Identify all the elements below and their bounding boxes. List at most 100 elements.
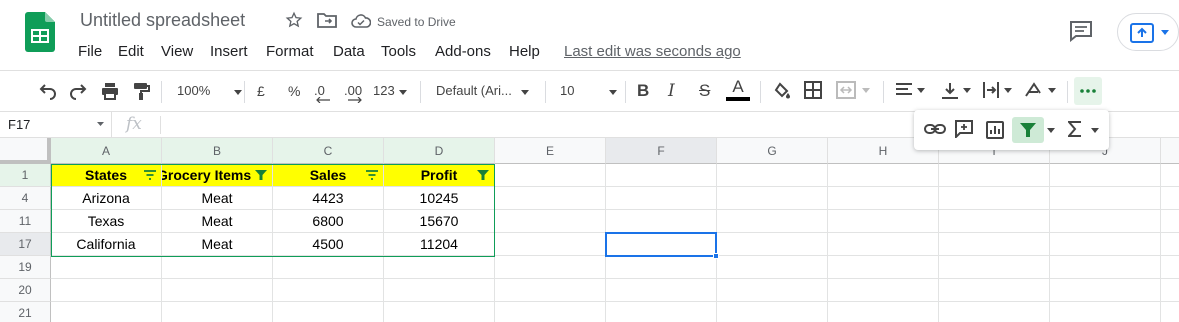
cell-b4[interactable]: Meat <box>162 187 273 210</box>
more-formats-select[interactable]: 123 <box>373 81 408 101</box>
column-header-d[interactable]: D <box>384 138 495 164</box>
row-header-21[interactable]: 21 <box>0 302 51 322</box>
saved-status: Saved to Drive <box>377 15 456 29</box>
name-box[interactable]: F17 <box>0 112 112 137</box>
star-icon[interactable] <box>285 11 303 34</box>
menu-insert[interactable]: Insert <box>210 43 248 60</box>
chevron-down-icon <box>97 122 104 126</box>
insert-chart-icon[interactable] <box>986 121 1004 144</box>
cell-a4[interactable]: Arizona <box>51 187 162 210</box>
filter-sort-icon[interactable] <box>143 169 157 181</box>
header-profit: Profit <box>420 167 458 183</box>
zoom-select[interactable]: 100% <box>177 81 242 101</box>
strikethrough-button[interactable]: S <box>699 81 710 101</box>
merge-cells-icon <box>836 81 870 101</box>
menu-edit[interactable]: Edit <box>118 43 144 60</box>
comment-history-icon[interactable] <box>1069 20 1093 43</box>
percent-format-button[interactable]: % <box>288 81 300 101</box>
menu-addons[interactable]: Add-ons <box>435 43 491 60</box>
cell-d17[interactable]: 11204 <box>384 233 495 256</box>
last-edit-link[interactable]: Last edit was seconds ago <box>564 43 741 60</box>
insert-link-icon[interactable] <box>924 122 946 141</box>
column-header-e[interactable]: E <box>495 138 606 164</box>
increase-decimal-button[interactable]: .00 <box>344 81 362 103</box>
currency-format-button[interactable]: £ <box>257 81 265 101</box>
select-all-corner[interactable] <box>0 138 51 164</box>
text-color-swatch <box>726 97 750 101</box>
fill-color-icon[interactable] <box>772 81 792 101</box>
italic-button[interactable]: I <box>668 81 675 101</box>
present-button[interactable] <box>1117 13 1179 51</box>
cell-a11[interactable]: Texas <box>51 210 162 233</box>
fx-icon: fx <box>126 114 142 134</box>
filter-icon <box>1020 123 1036 137</box>
fill-handle[interactable] <box>713 253 719 259</box>
cell-d4[interactable]: 10245 <box>384 187 495 210</box>
undo-icon[interactable] <box>38 81 58 101</box>
row-header-20[interactable]: 20 <box>0 279 51 302</box>
column-header-c[interactable]: C <box>273 138 384 164</box>
menu-view[interactable]: View <box>161 43 193 60</box>
redo-icon[interactable] <box>68 81 88 101</box>
row-header-1[interactable]: 1 <box>0 164 51 187</box>
filter-icon[interactable] <box>254 169 268 181</box>
document-title[interactable]: Untitled spreadsheet <box>80 10 245 31</box>
cell-c11[interactable]: 6800 <box>273 210 384 233</box>
column-header-k[interactable] <box>1161 138 1179 164</box>
row-header-17[interactable]: 17 <box>0 233 51 256</box>
menu-format[interactable]: Format <box>266 43 314 60</box>
vertical-align-icon[interactable] <box>941 81 973 101</box>
insert-comment-icon[interactable] <box>955 120 973 143</box>
horizontal-align-icon[interactable] <box>895 81 927 101</box>
move-folder-icon[interactable] <box>317 12 337 33</box>
cell-d1[interactable]: Profit <box>384 164 495 187</box>
header-states: States <box>84 167 128 183</box>
text-rotation-icon[interactable] <box>1024 81 1058 101</box>
column-header-b[interactable]: B <box>162 138 273 164</box>
filter-button[interactable] <box>1012 117 1044 143</box>
row-header-19[interactable]: 19 <box>0 256 51 279</box>
column-header-a[interactable]: A <box>51 138 162 164</box>
text-color-button[interactable]: A <box>726 77 750 101</box>
menu-tools[interactable]: Tools <box>381 43 416 60</box>
paint-format-icon[interactable] <box>131 81 151 101</box>
menu-data[interactable]: Data <box>333 43 365 60</box>
filter-sort-icon[interactable] <box>365 169 379 181</box>
selected-cell-f17[interactable] <box>605 232 717 257</box>
header-grocery-items: Grocery Items <box>162 167 252 183</box>
arrow-right-icon <box>348 97 362 103</box>
column-header-g[interactable]: G <box>717 138 828 164</box>
zoom-value: 100% <box>177 83 211 98</box>
chevron-down-icon[interactable] <box>1161 30 1169 35</box>
cell-b1[interactable]: Grocery Items <box>162 164 273 187</box>
sheets-logo-icon[interactable] <box>25 12 55 52</box>
row-header-4[interactable]: 4 <box>0 187 51 210</box>
bold-button[interactable]: B <box>637 81 649 101</box>
borders-icon[interactable] <box>804 81 822 101</box>
column-header-f[interactable]: F <box>606 138 717 164</box>
print-icon[interactable] <box>100 81 120 101</box>
cell-c1[interactable]: Sales <box>273 164 384 187</box>
chevron-down-icon <box>399 90 408 95</box>
chevron-down-icon <box>521 90 530 95</box>
more-options-button[interactable] <box>1074 77 1102 105</box>
formatting-toolbar: 100% £ % .0 .00 123 Default (Ari... 10 B… <box>0 70 1179 112</box>
cell-d11[interactable]: 15670 <box>384 210 495 233</box>
filter-icon[interactable] <box>476 169 490 181</box>
font-family-select[interactable]: Default (Ari... <box>436 81 530 101</box>
cell-c4[interactable]: 4423 <box>273 187 384 210</box>
chevron-down-icon[interactable] <box>1047 128 1055 133</box>
cell-a1[interactable]: States <box>51 164 162 187</box>
cell-a17[interactable]: California <box>51 233 162 256</box>
chevron-down-icon[interactable] <box>1091 128 1099 133</box>
functions-sigma-icon[interactable] <box>1066 121 1082 142</box>
cell-b11[interactable]: Meat <box>162 210 273 233</box>
text-wrapping-icon[interactable] <box>982 81 1014 101</box>
cell-c17[interactable]: 4500 <box>273 233 384 256</box>
row-header-11[interactable]: 11 <box>0 210 51 233</box>
menu-help[interactable]: Help <box>509 43 540 60</box>
font-size-select[interactable]: 10 <box>560 81 618 101</box>
cell-b17[interactable]: Meat <box>162 233 273 256</box>
menu-file[interactable]: File <box>78 43 102 60</box>
decrease-decimal-button[interactable]: .0 <box>314 81 330 103</box>
